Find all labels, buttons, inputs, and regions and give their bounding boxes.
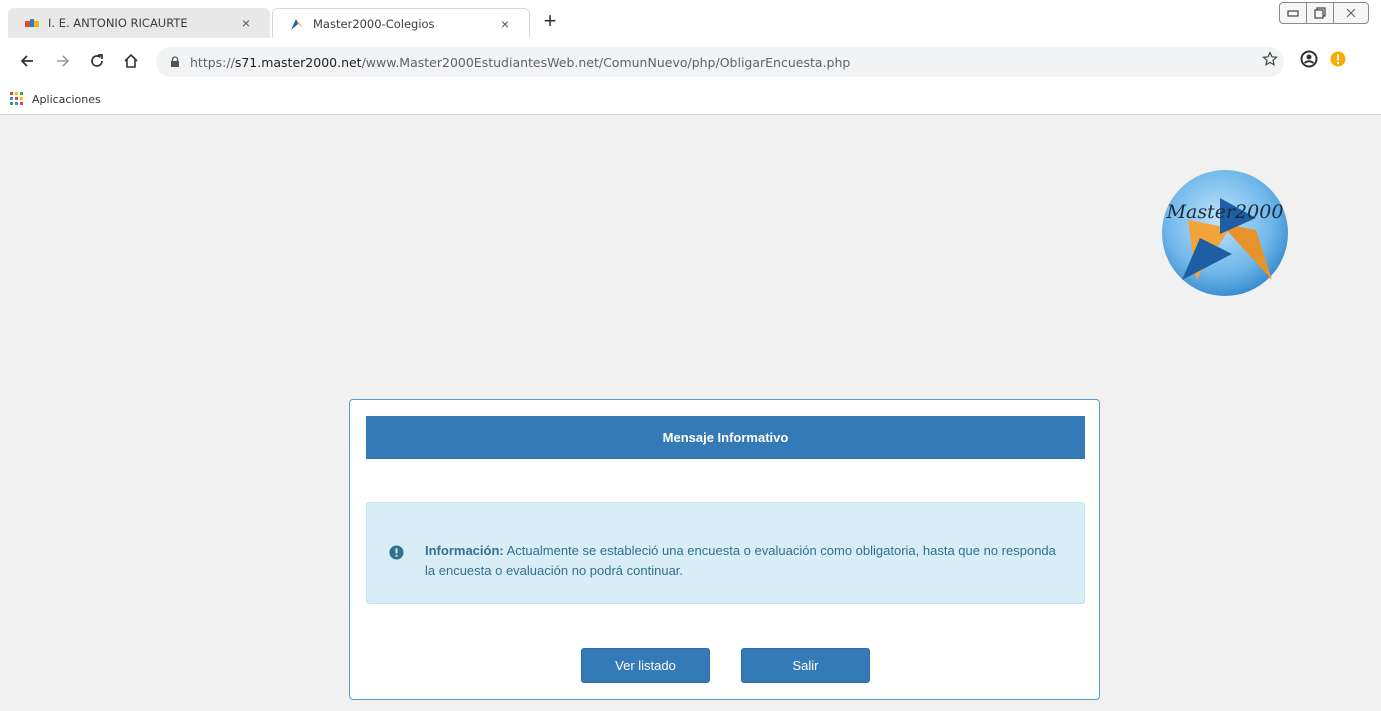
reload-button[interactable] — [86, 50, 108, 72]
tab-close-icon[interactable]: × — [236, 15, 256, 31]
minimize-icon — [1287, 10, 1299, 17]
new-tab-button[interactable]: + — [538, 10, 562, 34]
lock-icon — [171, 56, 179, 67]
info-dialog: Mensaje Informativo Información: Actualm… — [349, 399, 1100, 700]
update-warning-icon[interactable] — [1330, 51, 1346, 67]
ver-listado-button[interactable]: Ver listado — [581, 648, 710, 683]
bookmark-star-icon[interactable] — [1262, 51, 1278, 67]
salir-button[interactable]: Salir — [741, 648, 870, 683]
window-controls — [1279, 2, 1369, 24]
close-window-button[interactable] — [1333, 2, 1369, 24]
toolbar-right-icons — [1262, 50, 1346, 68]
dialog-title: Mensaje Informativo — [366, 416, 1085, 459]
tab-strip: I. E. ANTONIO RICAURTE × Master2000-Cole… — [0, 0, 1381, 40]
reload-icon — [91, 54, 103, 67]
forward-button[interactable] — [52, 50, 74, 72]
minimize-button[interactable] — [1279, 2, 1307, 24]
alert-message: Actualmente se estableció una encuesta o… — [425, 543, 1056, 578]
bookmarks-bar: Aplicaciones — [0, 84, 1381, 115]
forward-arrow-icon — [57, 55, 70, 67]
url-path: /www.Master2000EstudiantesWeb.net/ComunN… — [361, 54, 851, 70]
master2000-favicon-icon — [289, 16, 305, 32]
home-icon — [124, 53, 138, 68]
info-alert: Información: Actualmente se estableció u… — [366, 502, 1085, 604]
tab-master2000-colegios[interactable]: Master2000-Colegios × — [272, 8, 530, 38]
bookmark-label: Aplicaciones — [32, 92, 101, 106]
back-arrow-icon — [20, 55, 33, 67]
alert-label: Información: — [425, 543, 504, 558]
tab-title: Master2000-Colegios — [313, 16, 435, 31]
page-content: Master2000 Mensaje Informativo Informaci… — [6, 116, 1381, 711]
logo-text: Master2000 — [1166, 201, 1284, 223]
master2000-logo: Master2000 — [1160, 168, 1290, 298]
home-button[interactable] — [120, 50, 142, 72]
back-button[interactable] — [16, 50, 38, 72]
restore-button[interactable] — [1306, 2, 1334, 24]
tab-antonio-ricaurte[interactable]: I. E. ANTONIO RICAURTE × — [8, 8, 270, 38]
url-host: s71.master2000.net — [234, 54, 362, 70]
browser-toolbar: https://s71.master2000.net/www.Master200… — [0, 40, 1381, 84]
school-favicon-icon — [24, 15, 40, 31]
url-text: https://s71.master2000.net/www.Master200… — [190, 55, 850, 70]
account-icon[interactable] — [1300, 50, 1318, 68]
browser-window: I. E. ANTONIO RICAURTE × Master2000-Cole… — [0, 0, 1381, 711]
tab-title: I. E. ANTONIO RICAURTE — [48, 16, 188, 30]
address-bar[interactable]: https://s71.master2000.net/www.Master200… — [156, 47, 1284, 77]
apps-grid-icon — [10, 92, 24, 106]
bookmark-aplicaciones[interactable]: Aplicaciones — [10, 92, 101, 106]
restore-icon — [1314, 7, 1326, 19]
close-icon — [1346, 8, 1356, 18]
tab-close-icon[interactable]: × — [495, 16, 515, 32]
info-circle-icon — [389, 545, 404, 560]
url-scheme: https:// — [190, 54, 235, 70]
